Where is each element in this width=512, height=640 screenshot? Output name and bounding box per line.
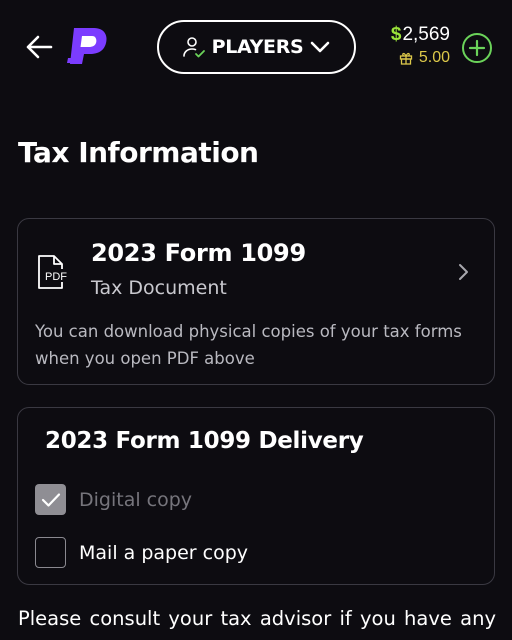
players-label: PLAYERS: [211, 36, 304, 58]
plus-circle-icon: [468, 39, 486, 57]
pdf-file-icon: PDF: [38, 255, 70, 289]
chevron-right-icon: [459, 264, 468, 280]
page-title: Tax Information: [18, 136, 259, 169]
add-funds-button[interactable]: [462, 33, 492, 63]
digital-copy-checkbox[interactable]: [35, 484, 66, 515]
document-subtitle: Tax Document: [91, 277, 227, 299]
mail-paper-copy-label: Mail a paper copy: [79, 541, 248, 564]
chevron-down-icon: [311, 41, 330, 53]
cash-amount: 2,569: [402, 24, 450, 45]
bonus-amount: 5.00: [418, 49, 450, 66]
delivery-options-card: 2023 Form 1099 Delivery Digital copy Mai…: [17, 407, 495, 585]
balance-display[interactable]: $2,569 5.00: [391, 24, 450, 67]
mail-paper-copy-option[interactable]: Mail a paper copy: [35, 537, 248, 568]
players-dropdown-button[interactable]: PLAYERS: [157, 20, 356, 74]
back-button[interactable]: [24, 32, 54, 62]
document-description: You can download physical copies of your…: [35, 322, 462, 368]
digital-copy-option[interactable]: Digital copy: [35, 484, 192, 515]
digital-copy-label: Digital copy: [79, 488, 193, 511]
app-header: PLAYERS $2,569 5.00: [0, 0, 512, 96]
document-title: 2023 Form 1099: [91, 239, 306, 267]
gift-icon: [399, 52, 413, 65]
bonus-balance: 5.00: [391, 49, 450, 67]
tax-advisor-notice: Please consult your tax advisor if you h…: [18, 607, 496, 630]
cash-balance: $2,569: [391, 24, 450, 46]
checkmark-icon: [41, 492, 60, 507]
delivery-title: 2023 Form 1099 Delivery: [45, 428, 364, 454]
svg-text:PDF: PDF: [45, 271, 67, 283]
brand-p-logo-icon: [66, 26, 110, 66]
mail-paper-copy-checkbox[interactable]: [35, 537, 66, 568]
arrow-left-icon: [26, 35, 53, 59]
currency-symbol: $: [390, 24, 402, 45]
tax-document-card[interactable]: PDF 2023 Form 1099 Tax Document You can …: [17, 218, 495, 385]
user-check-icon: [182, 37, 205, 58]
